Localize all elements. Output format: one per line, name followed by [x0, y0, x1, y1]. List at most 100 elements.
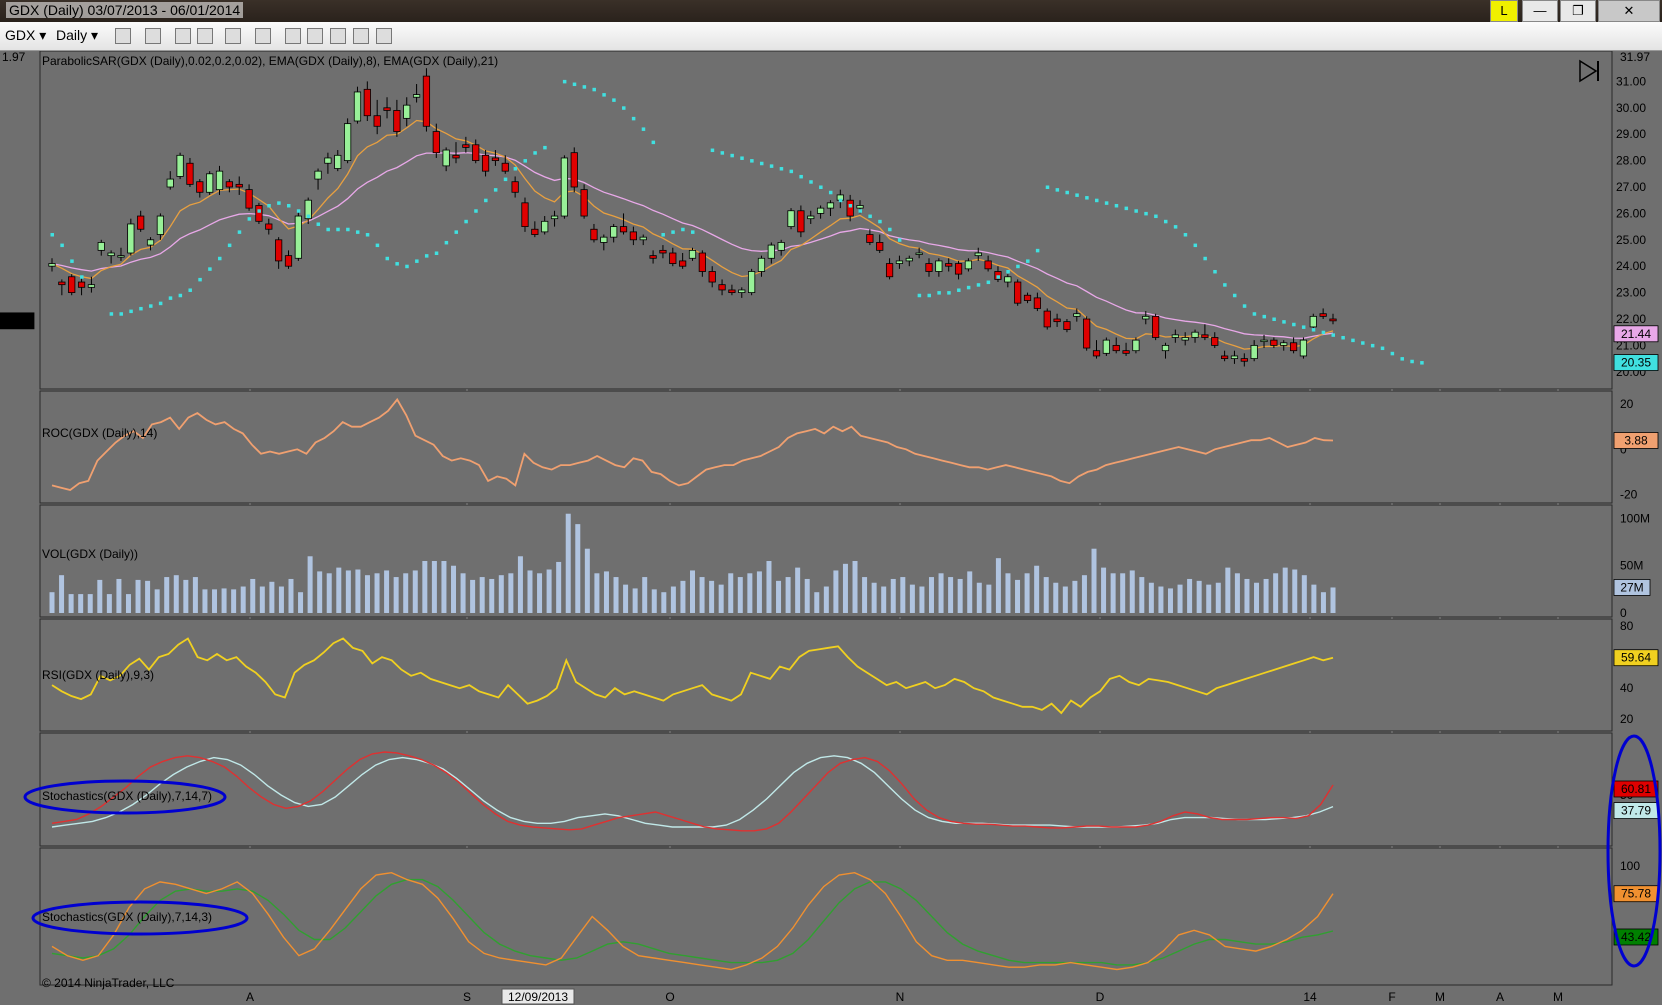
indicators-icon[interactable] — [307, 28, 323, 44]
volume-bar — [364, 575, 370, 613]
candle-body — [885, 263, 894, 278]
candle-body — [748, 271, 756, 293]
psar-dot — [562, 79, 567, 84]
volume-bar — [1053, 582, 1059, 613]
x-tick-label: A — [1496, 990, 1504, 1004]
psar-dot — [1035, 248, 1040, 253]
strategies-icon[interactable] — [285, 28, 301, 44]
zoom-in-icon[interactable] — [175, 28, 191, 44]
volume-bar — [1177, 584, 1183, 613]
volume-bar — [766, 561, 772, 613]
zoom-out-icon[interactable] — [197, 28, 213, 44]
volume-bar — [852, 561, 858, 613]
candle-body — [294, 215, 302, 259]
volume-bar — [345, 570, 351, 613]
psar-dot — [1410, 359, 1414, 364]
volume-bar — [384, 570, 390, 613]
psar-dot — [947, 291, 951, 295]
psar-dot — [1095, 198, 1099, 203]
psar-dot — [237, 230, 242, 234]
volume-bar — [527, 570, 533, 613]
candle-body — [728, 289, 736, 294]
candle-body — [1191, 331, 1199, 338]
volume-bar — [68, 594, 74, 613]
volume-bar — [1282, 567, 1288, 613]
x-tick-label: N — [896, 990, 905, 1004]
psar-dot — [750, 159, 754, 163]
psar-dot — [454, 230, 459, 234]
volume-bar — [1273, 573, 1279, 613]
chart-trader-icon[interactable] — [330, 28, 346, 44]
candle-body — [275, 239, 283, 262]
candle-body — [1122, 350, 1130, 354]
candle-body — [925, 263, 933, 272]
volume-bar — [1206, 584, 1212, 613]
stoch1-d-value-badge: 37.79 — [1621, 804, 1651, 818]
roc-panel-title: ROC(GDX (Daily),14) — [42, 426, 157, 440]
candle-body — [77, 281, 86, 288]
candle-body — [1132, 339, 1140, 352]
volume-bar — [976, 582, 982, 613]
psar-dot — [1311, 328, 1316, 332]
psar-dot — [710, 148, 715, 153]
current-price-badge: 21.93 — [2, 314, 32, 328]
stoch1-panel-title: Stochastics(GDX (Daily),7,14,7) — [42, 789, 212, 803]
volume-bar — [173, 575, 179, 613]
link-button[interactable]: L — [1490, 0, 1518, 22]
chart-properties-icon[interactable] — [255, 28, 271, 44]
crosshair-icon[interactable] — [225, 28, 241, 44]
psar-dot — [1075, 193, 1079, 197]
psar-dot — [464, 219, 468, 224]
print-icon[interactable] — [376, 28, 392, 44]
volume-bar — [1167, 588, 1173, 613]
candle-body — [383, 107, 391, 111]
psar-dot — [1085, 196, 1089, 200]
volume-bar — [661, 592, 667, 613]
volume-bar — [995, 558, 1001, 613]
period-selector[interactable]: Daily ▾ — [56, 27, 98, 44]
minimize-button[interactable]: — — [1522, 0, 1558, 22]
volume-bar — [670, 586, 676, 613]
psar-dot — [888, 227, 892, 232]
candle-body — [935, 260, 943, 272]
price-tick-label: 22.00 — [1616, 312, 1646, 326]
instrument-selector[interactable]: GDX ▾ — [5, 27, 46, 44]
candle-body — [373, 115, 381, 127]
psar-dot — [1351, 338, 1355, 343]
chart-area: 20.0021.0022.0023.0024.0025.0026.0027.00… — [0, 51, 1662, 1005]
volume-bar — [1301, 575, 1307, 613]
candle-body — [639, 236, 647, 241]
psar-dot — [277, 201, 281, 205]
volume-bar — [116, 578, 122, 613]
price-tick-label: 24.00 — [1616, 259, 1646, 273]
bar-type-icon[interactable] — [115, 28, 131, 44]
restore-button[interactable]: ❐ — [1560, 0, 1596, 22]
stoch2-tick-label: 100 — [1620, 859, 1640, 873]
volume-bar — [1215, 582, 1221, 613]
psar-dot — [1232, 293, 1237, 298]
psar-dot — [1163, 219, 1168, 224]
close-button[interactable]: ✕ — [1598, 0, 1660, 22]
psar-dot — [405, 264, 409, 269]
volume-bar — [680, 580, 686, 613]
stoch1-k-value-badge: 60.81 — [1621, 782, 1651, 796]
psar-dot — [1045, 185, 1050, 189]
volume-bar — [135, 579, 141, 613]
candle-body — [206, 173, 214, 193]
candle-body — [511, 181, 519, 193]
x-tick-label: O — [665, 990, 674, 1004]
volume-bar — [1158, 586, 1164, 613]
price-tick-label: 27.00 — [1616, 180, 1646, 194]
rsi-value-badge: 59.64 — [1621, 651, 1651, 665]
data-box-icon[interactable] — [353, 28, 369, 44]
psar-dot — [1331, 333, 1335, 337]
candle-body — [225, 181, 233, 188]
candle-body — [245, 189, 253, 209]
candle-body — [1201, 334, 1209, 338]
volume-bar — [1081, 575, 1087, 613]
volume-bar — [403, 573, 409, 613]
volume-bar — [1129, 570, 1135, 613]
volume-bar — [479, 577, 485, 613]
draw-tool-icon[interactable] — [145, 28, 161, 44]
volume-bar — [537, 573, 543, 613]
